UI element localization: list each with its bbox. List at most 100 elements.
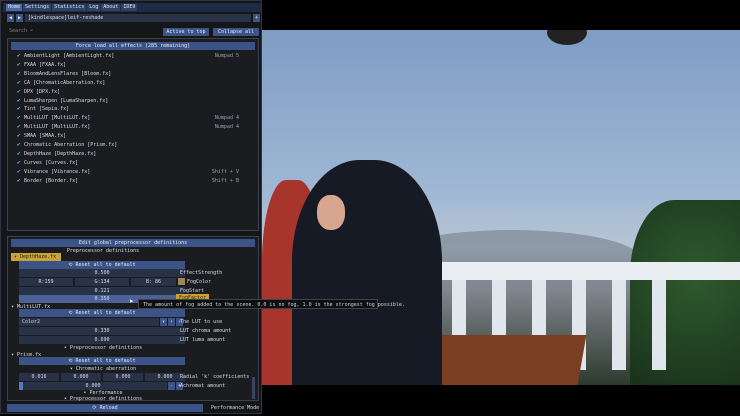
effect-item[interactable]: ✔ Tint [Sepia.fx] (17, 105, 257, 113)
effect-name: Border [Border.fx] (24, 177, 79, 184)
effect-shortcut: Shift + V (211, 168, 239, 175)
effect-item[interactable]: ✔ CA [ChromaticAberration.fx] (17, 79, 257, 87)
edit-global-preprocessor-button[interactable]: Edit global preprocessor definitions (11, 239, 255, 247)
scrollbar[interactable] (252, 377, 255, 399)
depthhaze-section[interactable]: ▾ DepthHaze.fx (11, 253, 61, 261)
reload-button[interactable]: ⟳ Reload (7, 404, 203, 412)
radial-k1[interactable]: 0.016 (19, 373, 59, 381)
effect-name: DepthHaze [DepthHaze.fx] (24, 150, 97, 157)
railing-post (652, 280, 666, 370)
effect-strength-slider[interactable]: 0.500 (19, 269, 185, 277)
reset-multilut-button[interactable]: ⟲ Reset all to default (19, 309, 185, 317)
checkbox-checked-icon[interactable]: ✔ (17, 97, 24, 105)
effect-name: Vibrance [Vibrance.fx] (24, 168, 91, 175)
checkbox-checked-icon[interactable]: ✔ (17, 88, 24, 96)
tree (630, 200, 740, 385)
effect-shortcut: Numpad 4 (214, 124, 239, 131)
menu-about[interactable]: About (101, 4, 121, 11)
effect-name: Tint [Sepia.fx] (24, 106, 70, 113)
effect-name: Curves [Curves.fx] (24, 159, 79, 166)
fog-color-r[interactable]: R:159 (19, 278, 73, 286)
checkbox-checked-icon[interactable]: ✔ (17, 141, 24, 149)
fog-color-b[interactable]: B: 86 (131, 278, 176, 286)
menu-ide[interactable]: IDE9 (121, 4, 138, 11)
mouse-cursor-icon: ➤ (129, 297, 134, 306)
checkbox-checked-icon[interactable]: ✔ (17, 150, 24, 158)
multilut-preprocessor-header[interactable]: • Preprocessor definitions (18, 344, 188, 352)
effect-item[interactable]: ✔ MultiLUT [MultiLUT.fx] Numpad 4 (17, 123, 257, 131)
effect-item[interactable]: ✔ Curves [Curves.fx] (17, 159, 257, 167)
checkbox-checked-icon[interactable]: ✔ (17, 61, 24, 69)
radial-k4[interactable]: 0.000 (145, 373, 185, 381)
checkbox-checked-icon[interactable]: ✔ (17, 79, 24, 87)
effect-name: LumaSharpen [LumaSharpen.fx] (24, 97, 109, 104)
force-load-button[interactable]: Force load all effects (285 remaining) (11, 42, 255, 50)
checkbox-checked-icon[interactable]: ✔ (17, 132, 24, 140)
effect-name: BloomAndLensFlares [Bloom.fx] (24, 70, 112, 77)
effect-item[interactable]: ✔ FXAA [FXAA.fx] (17, 61, 257, 69)
checkbox-checked-icon[interactable]: ✔ (17, 114, 24, 122)
effect-item[interactable]: ✔ AmbientLight [AmbientLight.fx] Numpad 5 (17, 52, 257, 60)
checkbox-checked-icon[interactable]: ✔ (17, 168, 24, 176)
effect-item[interactable]: ✔ DepthHaze [DepthHaze.fx] (17, 150, 257, 158)
game-viewport (262, 30, 740, 385)
lut-dropdown-button[interactable]: ▾ (160, 318, 167, 326)
effect-item[interactable]: ✔ DPX [DPX.fx] (17, 88, 257, 96)
next-preset-button[interactable]: ▶ (16, 14, 23, 22)
lut-label: The LUT to use (180, 319, 223, 325)
active-to-top-button[interactable]: Active to top (163, 28, 209, 36)
prism-preprocessor-header[interactable]: • Preprocessor definitions (18, 395, 188, 403)
lut-chroma-slider[interactable]: 0.330 (19, 327, 185, 335)
effect-item[interactable]: ✔ Chromatic Aberration [Prism.fx] (17, 141, 257, 149)
reshade-window: Home Settings Statistics Log About IDE9 … (0, 0, 262, 414)
checkbox-checked-icon[interactable]: ✔ (17, 159, 24, 167)
chromatic-aberration-header[interactable]: ▾ Chromatic aberration (18, 365, 188, 373)
menu-log[interactable]: Log (87, 4, 101, 11)
fog-color-g[interactable]: G:134 (75, 278, 129, 286)
collapse-all-button[interactable]: Collapse all (213, 28, 259, 36)
preset-selector[interactable]: [kindlespace]leif-reshade (25, 14, 251, 22)
railing-post (612, 280, 626, 370)
menu-statistics[interactable]: Statistics (52, 4, 87, 11)
fog-start-slider[interactable]: 0.121 (19, 287, 185, 295)
radial-k2[interactable]: 0.000 (61, 373, 101, 381)
effect-item[interactable]: ✔ Border [Border.fx] Shift + B (17, 177, 257, 185)
reset-depthhaze-button[interactable]: ⟲ Reset all to default (19, 261, 185, 269)
effect-shortcut: Numpad 5 (214, 53, 239, 59)
effect-item[interactable]: ✔ BloomAndLensFlares [Bloom.fx] (17, 70, 257, 78)
effects-list: Force load all effects (285 remaining) ✔… (7, 38, 259, 231)
effect-item[interactable]: ✔ Vibrance [Vibrance.fx] Shift + V (17, 168, 257, 176)
lut-select[interactable]: Color2 (19, 318, 159, 326)
menu-bar: Home Settings Statistics Log About IDE9 (3, 3, 261, 12)
prev-preset-button[interactable]: ◀ (7, 14, 14, 22)
menu-home[interactable]: Home (6, 4, 23, 11)
checkbox-checked-icon[interactable]: ✔ (17, 70, 24, 78)
add-preset-button[interactable]: + (253, 14, 260, 22)
effect-shortcut: Numpad 4 (214, 115, 239, 122)
lut-decrement-button[interactable]: ‹ (168, 318, 175, 326)
effect-name: FXAA [FXAA.fx] (24, 61, 67, 68)
checkbox-checked-icon[interactable]: ✔ (17, 177, 24, 185)
umbrella (547, 30, 587, 45)
lut-chroma-label: LUT chroma amount (180, 328, 232, 334)
effect-name: AmbientLight [AmbientLight.fx] (24, 53, 115, 59)
lut-luma-slider[interactable]: 0.690 (19, 336, 185, 344)
railing (422, 262, 740, 280)
performance-mode-toggle[interactable]: Performance Mode (211, 404, 259, 412)
effect-name: SMAA [SMAA.fx] (24, 133, 67, 140)
effect-name: MultiLUT [MultiLUT.fx] (24, 124, 91, 131)
search-input[interactable]: Search ⌕ (9, 28, 33, 34)
character-face (317, 195, 345, 230)
menu-settings[interactable]: Settings (23, 4, 52, 11)
checkbox-checked-icon[interactable]: ✔ (17, 123, 24, 131)
parameters-panel: Edit global preprocessor definitions Pre… (7, 236, 259, 403)
effect-item[interactable]: ✔ MultiLUT [MultiLUT.fx] Numpad 4 (17, 114, 257, 122)
reset-prism-button[interactable]: ⟲ Reset all to default (19, 357, 185, 365)
search-icon: ⌕ (30, 28, 34, 34)
effect-item[interactable]: ✔ SMAA [SMAA.fx] (17, 132, 257, 140)
effect-item[interactable]: ✔ LumaSharpen [LumaSharpen.fx] (17, 97, 257, 105)
radial-k3[interactable]: 0.000 (103, 373, 143, 381)
checkbox-checked-icon[interactable]: ✔ (17, 52, 24, 60)
checkbox-checked-icon[interactable]: ✔ (17, 105, 24, 113)
fog-color-label: FogColor (187, 279, 212, 285)
